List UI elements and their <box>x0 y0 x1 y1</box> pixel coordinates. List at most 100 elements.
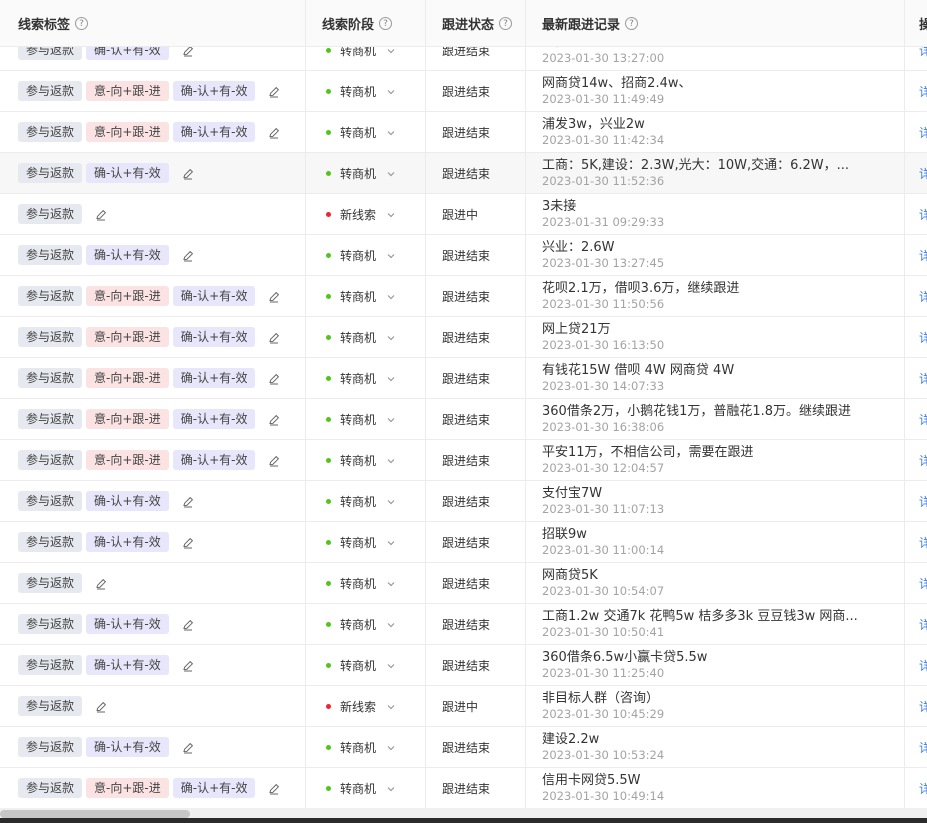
table-row[interactable]: 参与返款 确-认+有-效 转商机 跟进结束 工商1.2w 交通7k 花鸭5w 桔多多3k… <box>0 604 927 645</box>
stage-cell[interactable]: 转商机 <box>326 481 396 521</box>
chevron-down-icon[interactable] <box>386 742 396 752</box>
edit-icon[interactable] <box>267 330 281 344</box>
stage-cell[interactable]: 转商机 <box>326 522 396 562</box>
table-row[interactable]: 参与返款 新线索 跟进中 非目标人群（咨询） 2023-01-30 10:45:29 详 <box>0 686 927 727</box>
edit-icon[interactable] <box>181 535 195 549</box>
table-row[interactable]: 参与返款 确-认+有-效 转商机 跟进结束 工商：5K,建设：2.3W,光大：10W,交… <box>0 153 927 194</box>
table-row[interactable]: 参与返款 新线索 跟进中 3未接 2023-01-31 09:29:33 详 <box>0 194 927 235</box>
stage-cell[interactable]: 转商机 <box>326 440 396 480</box>
edit-icon[interactable] <box>267 371 281 385</box>
edit-icon[interactable] <box>181 740 195 754</box>
chevron-down-icon[interactable] <box>386 660 396 670</box>
stage-cell[interactable]: 转商机 <box>326 604 396 644</box>
edit-icon[interactable] <box>94 576 108 590</box>
stage-cell[interactable]: 转商机 <box>326 727 396 767</box>
chevron-down-icon[interactable] <box>386 168 396 178</box>
chevron-down-icon[interactable] <box>386 250 396 260</box>
table-row[interactable]: 参与返款 确-认+有-效 转商机 跟进结束 招联9w 2023-01-30 11:00:1… <box>0 522 927 563</box>
chevron-down-icon[interactable] <box>386 86 396 96</box>
table-row[interactable]: 参与返款 确-认+有-效 转商机 跟进结束 360借条6.5w小赢卡贷5.5w 2023-… <box>0 645 927 686</box>
stage-cell[interactable]: 转商机 <box>326 276 396 316</box>
table-row[interactable]: 参与返款 意-向+跟-进 确-认+有-效 转商机 跟进结束 网商贷14w、招商2.4w、 2… <box>0 71 927 112</box>
stage-cell[interactable]: 转商机 <box>326 112 396 152</box>
header-record[interactable]: 最新跟进记录 ? <box>542 0 639 47</box>
chevron-down-icon[interactable] <box>386 496 396 506</box>
scrollbar-thumb[interactable] <box>0 810 190 818</box>
header-status[interactable]: 跟进状态 ? <box>442 0 513 47</box>
details-link[interactable]: 详 <box>919 194 927 234</box>
edit-icon[interactable] <box>267 84 281 98</box>
edit-icon[interactable] <box>181 494 195 508</box>
stage-cell[interactable]: 转商机 <box>326 399 396 439</box>
chevron-down-icon[interactable] <box>386 701 396 711</box>
stage-cell[interactable]: 转商机 <box>326 358 396 398</box>
table-row[interactable]: 参与返款 意-向+跟-进 确-认+有-效 转商机 跟进结束 浦发3w，兴业2w 2023-0… <box>0 112 927 153</box>
header-tags[interactable]: 线索标签 ? <box>18 0 89 47</box>
details-link[interactable]: 详 <box>919 71 927 111</box>
chevron-down-icon[interactable] <box>386 332 396 342</box>
edit-icon[interactable] <box>267 125 281 139</box>
chevron-down-icon[interactable] <box>386 414 396 424</box>
details-link[interactable]: 详 <box>919 399 927 439</box>
table-row[interactable]: 参与返款 意-向+跟-进 确-认+有-效 转商机 跟进结束 有钱花15W 借呗 4W 网商… <box>0 358 927 399</box>
stage-cell[interactable]: 转商机 <box>326 563 396 603</box>
details-link[interactable]: 详 <box>919 112 927 152</box>
chevron-down-icon[interactable] <box>386 619 396 629</box>
table-row[interactable]: 参与返款 意-向+跟-进 确-认+有-效 转商机 跟进结束 360借条2万，小鹅花钱1万，… <box>0 399 927 440</box>
chevron-down-icon[interactable] <box>386 373 396 383</box>
details-link[interactable]: 详 <box>919 317 927 357</box>
stage-cell[interactable]: 转商机 <box>326 645 396 685</box>
details-link[interactable]: 详 <box>919 358 927 398</box>
edit-icon[interactable] <box>267 289 281 303</box>
stage-cell[interactable]: 转商机 <box>326 768 396 808</box>
chevron-down-icon[interactable] <box>386 783 396 793</box>
edit-icon[interactable] <box>267 453 281 467</box>
details-link[interactable]: 详 <box>919 727 927 767</box>
details-link[interactable]: 详 <box>919 768 927 808</box>
details-link[interactable]: 详 <box>919 276 927 316</box>
chevron-down-icon[interactable] <box>386 127 396 137</box>
header-op-label: 操 <box>919 18 927 33</box>
stage-cell[interactable]: 新线索 <box>326 194 396 234</box>
help-icon[interactable]: ? <box>379 17 393 30</box>
edit-icon[interactable] <box>94 207 108 221</box>
stage-cell[interactable]: 转商机 <box>326 317 396 357</box>
stage-cell[interactable]: 新线索 <box>326 686 396 726</box>
table-row[interactable]: 参与返款 确-认+有-效 转商机 跟进结束 兴业：2.6W 2023-01-30 13:2… <box>0 235 927 276</box>
chevron-down-icon[interactable] <box>386 209 396 219</box>
stage-cell[interactable]: 转商机 <box>326 153 396 193</box>
edit-icon[interactable] <box>267 412 281 426</box>
edit-icon[interactable] <box>94 699 108 713</box>
help-icon[interactable]: ? <box>499 17 513 30</box>
details-link[interactable]: 详 <box>919 686 927 726</box>
table-row[interactable]: 参与返款 意-向+跟-进 确-认+有-效 转商机 跟进结束 花呗2.1万，借呗3.6万，继… <box>0 276 927 317</box>
details-link[interactable]: 详 <box>919 563 927 603</box>
details-link[interactable]: 详 <box>919 604 927 644</box>
table-row[interactable]: 参与返款 转商机 跟进结束 网商贷5K 2023-01-30 10:54:07 详 <box>0 563 927 604</box>
chevron-down-icon[interactable] <box>386 537 396 547</box>
details-link[interactable]: 详 <box>919 235 927 275</box>
table-row[interactable]: 参与返款 意-向+跟-进 确-认+有-效 转商机 跟进结束 平安11万，不相信公司，需要在… <box>0 440 927 481</box>
details-link[interactable]: 详 <box>919 481 927 521</box>
table-row[interactable]: 参与返款 意-向+跟-进 确-认+有-效 转商机 跟进结束 信用卡网贷5.5W 2023-0… <box>0 768 927 808</box>
stage-cell[interactable]: 转商机 <box>326 71 396 111</box>
details-link[interactable]: 详 <box>919 645 927 685</box>
edit-icon[interactable] <box>181 248 195 262</box>
table-row[interactable]: 参与返款 意-向+跟-进 确-认+有-效 转商机 跟进结束 网上贷21万 2023-01-3… <box>0 317 927 358</box>
details-link[interactable]: 详 <box>919 440 927 480</box>
chevron-down-icon[interactable] <box>386 578 396 588</box>
help-icon[interactable]: ? <box>75 17 89 30</box>
help-icon[interactable]: ? <box>625 17 639 30</box>
chevron-down-icon[interactable] <box>386 291 396 301</box>
details-link[interactable]: 详 <box>919 522 927 562</box>
table-row[interactable]: 参与返款 确-认+有-效 转商机 跟进结束 建设2.2w 2023-01-30 10:53… <box>0 727 927 768</box>
header-stage[interactable]: 线索阶段 ? <box>322 0 393 47</box>
stage-cell[interactable]: 转商机 <box>326 235 396 275</box>
edit-icon[interactable] <box>267 781 281 795</box>
details-link[interactable]: 详 <box>919 153 927 193</box>
chevron-down-icon[interactable] <box>386 455 396 465</box>
edit-icon[interactable] <box>181 617 195 631</box>
table-row[interactable]: 参与返款 确-认+有-效 转商机 跟进结束 支付宝7W 2023-01-30 11:07:… <box>0 481 927 522</box>
edit-icon[interactable] <box>181 166 195 180</box>
edit-icon[interactable] <box>181 658 195 672</box>
